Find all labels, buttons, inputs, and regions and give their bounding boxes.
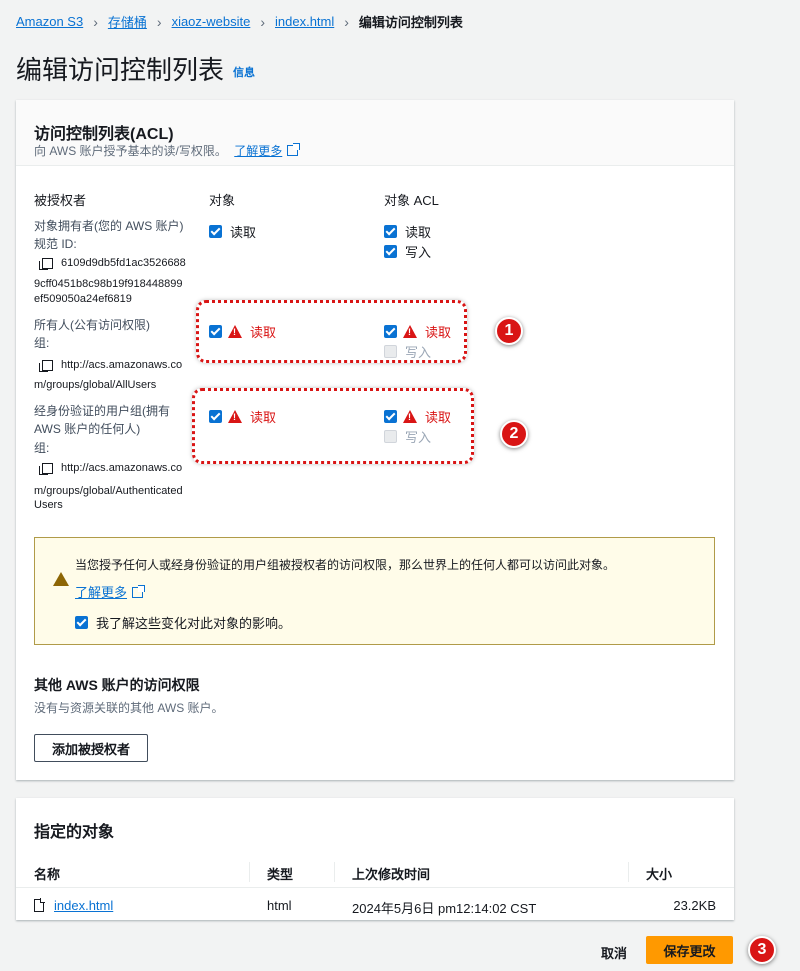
- other-accounts-description: 没有与资源关联的其他 AWS 账户。: [34, 701, 224, 715]
- everyone-uri: http://acs.amazonaws.co: [39, 359, 182, 372]
- warning-learn-more-link[interactable]: 了解更多: [75, 582, 146, 601]
- header-last-modified[interactable]: 上次修改时间: [352, 864, 430, 883]
- everyone-uri-line: m/groups/global/AllUsers: [34, 379, 157, 391]
- breadcrumb-amazon-s3[interactable]: Amazon S3: [16, 14, 83, 29]
- authenticated-label-line: AWS 账户的任何人): [34, 422, 141, 436]
- other-accounts-title: 其他 AWS 账户的访问权限: [34, 677, 200, 693]
- header-size[interactable]: 大小: [646, 864, 672, 883]
- breadcrumb-current: 编辑访问控制列表: [358, 15, 463, 30]
- acl-description: 向 AWS 账户授予基本的读/写权限。 了解更多: [34, 142, 301, 159]
- checkbox[interactable]: [384, 225, 397, 238]
- annotation-badge: 1: [495, 317, 523, 345]
- external-link-icon: [132, 585, 146, 598]
- owner-acl-write[interactable]: 写入: [384, 242, 431, 261]
- authenticated-uri-line: m/groups/global/Authenticated: [34, 485, 183, 497]
- acl-title: 访问控制列表(ACL): [34, 126, 174, 143]
- owner-id-label: 规范 ID:: [34, 237, 77, 251]
- external-link-icon: [287, 143, 301, 156]
- file-icon: [34, 898, 45, 912]
- copy-icon[interactable]: [39, 257, 53, 270]
- objects-title: 指定的对象: [34, 824, 115, 841]
- everyone-group-label: 组:: [34, 336, 50, 350]
- annotation-badge: 3: [748, 936, 776, 964]
- authenticated-label-line: 经身份验证的用户组(拥有: [34, 404, 170, 418]
- annotation-badge: 2: [500, 420, 528, 448]
- specified-objects-panel: 指定的对象 名称 类型 上次修改时间 大小 index.html html 20…: [16, 798, 734, 920]
- warning-text: 当您授予任何人或经身份验证的用户组被授权者的访问权限，那么世界上的任何人都可以访…: [75, 558, 616, 572]
- breadcrumb-bucket-name[interactable]: xiaoz-website: [172, 14, 251, 29]
- owner-label: 对象拥有者(您的 AWS 账户): [34, 219, 184, 233]
- warning-alert: 当您授予任何人或经身份验证的用户组被授权者的访问权限，那么世界上的任何人都可以访…: [34, 537, 715, 645]
- object-link[interactable]: index.html: [54, 898, 113, 913]
- column-object-acl: 对象 ACL: [384, 193, 439, 208]
- object-size-cell: 23.2KB: [673, 898, 716, 913]
- owner-id-line: ef509050a24ef6819: [34, 293, 132, 305]
- checkbox[interactable]: [209, 225, 222, 238]
- chevron-right-icon: ›: [260, 13, 265, 30]
- chevron-right-icon: ›: [344, 13, 349, 30]
- chevron-right-icon: ›: [156, 13, 162, 30]
- copy-icon[interactable]: [39, 359, 53, 372]
- owner-acl-read[interactable]: 读取: [384, 222, 431, 241]
- acknowledge-checkbox[interactable]: 我了解这些变化对此对象的影响。: [75, 613, 291, 632]
- authenticated-uri: http://acs.amazonaws.co: [39, 462, 182, 475]
- table-header: 名称 类型 上次修改时间 大小: [16, 856, 734, 888]
- owner-object-read[interactable]: 读取: [209, 222, 256, 241]
- authenticated-uri-line: Users: [34, 499, 63, 511]
- authenticated-group-label: 组:: [34, 441, 50, 455]
- acl-panel-header: 访问控制列表(ACL) 向 AWS 账户授予基本的读/写权限。 了解更多: [16, 100, 734, 166]
- object-name-cell: index.html: [34, 898, 113, 913]
- column-grantee: 被授权者: [34, 193, 87, 208]
- object-modified-cell: 2024年5月6日 pm12:14:02 CST: [352, 901, 537, 916]
- object-type-cell: html: [267, 898, 292, 913]
- owner-canonical-id: 6109d9db5fd1ac3526688: [39, 257, 186, 270]
- annotation-highlight: [192, 388, 474, 464]
- breadcrumb-buckets[interactable]: 存储桶: [108, 12, 147, 31]
- learn-more-link[interactable]: 了解更多: [234, 143, 301, 158]
- breadcrumb: Amazon S3 › 存储桶 › xiaoz-website › index.…: [16, 12, 463, 31]
- header-name[interactable]: 名称: [34, 864, 60, 883]
- save-changes-button[interactable]: 保存更改: [646, 936, 733, 964]
- checkbox[interactable]: [384, 245, 397, 258]
- chevron-right-icon: ›: [93, 13, 98, 30]
- info-link[interactable]: 信息: [233, 64, 255, 80]
- everyone-label: 所有人(公有访问权限): [34, 318, 150, 332]
- column-object: 对象: [209, 193, 236, 208]
- breadcrumb-object[interactable]: index.html: [275, 14, 334, 29]
- acl-panel: 访问控制列表(ACL) 向 AWS 账户授予基本的读/写权限。 了解更多 被授权…: [16, 100, 734, 780]
- add-grantee-button[interactable]: 添加被授权者: [34, 734, 148, 762]
- warning-icon: [53, 557, 69, 586]
- annotation-highlight: [196, 300, 467, 363]
- header-type[interactable]: 类型: [267, 864, 293, 883]
- owner-id-line: 9cff0451b8c98b19f918448899: [34, 278, 183, 290]
- checkbox[interactable]: [75, 616, 88, 629]
- copy-icon[interactable]: [39, 462, 53, 475]
- table-row: index.html html 2024年5月6日 pm12:14:02 CST…: [16, 890, 734, 918]
- cancel-button[interactable]: 取消: [601, 943, 627, 962]
- page-title: 编辑访问控制列表: [16, 55, 225, 85]
